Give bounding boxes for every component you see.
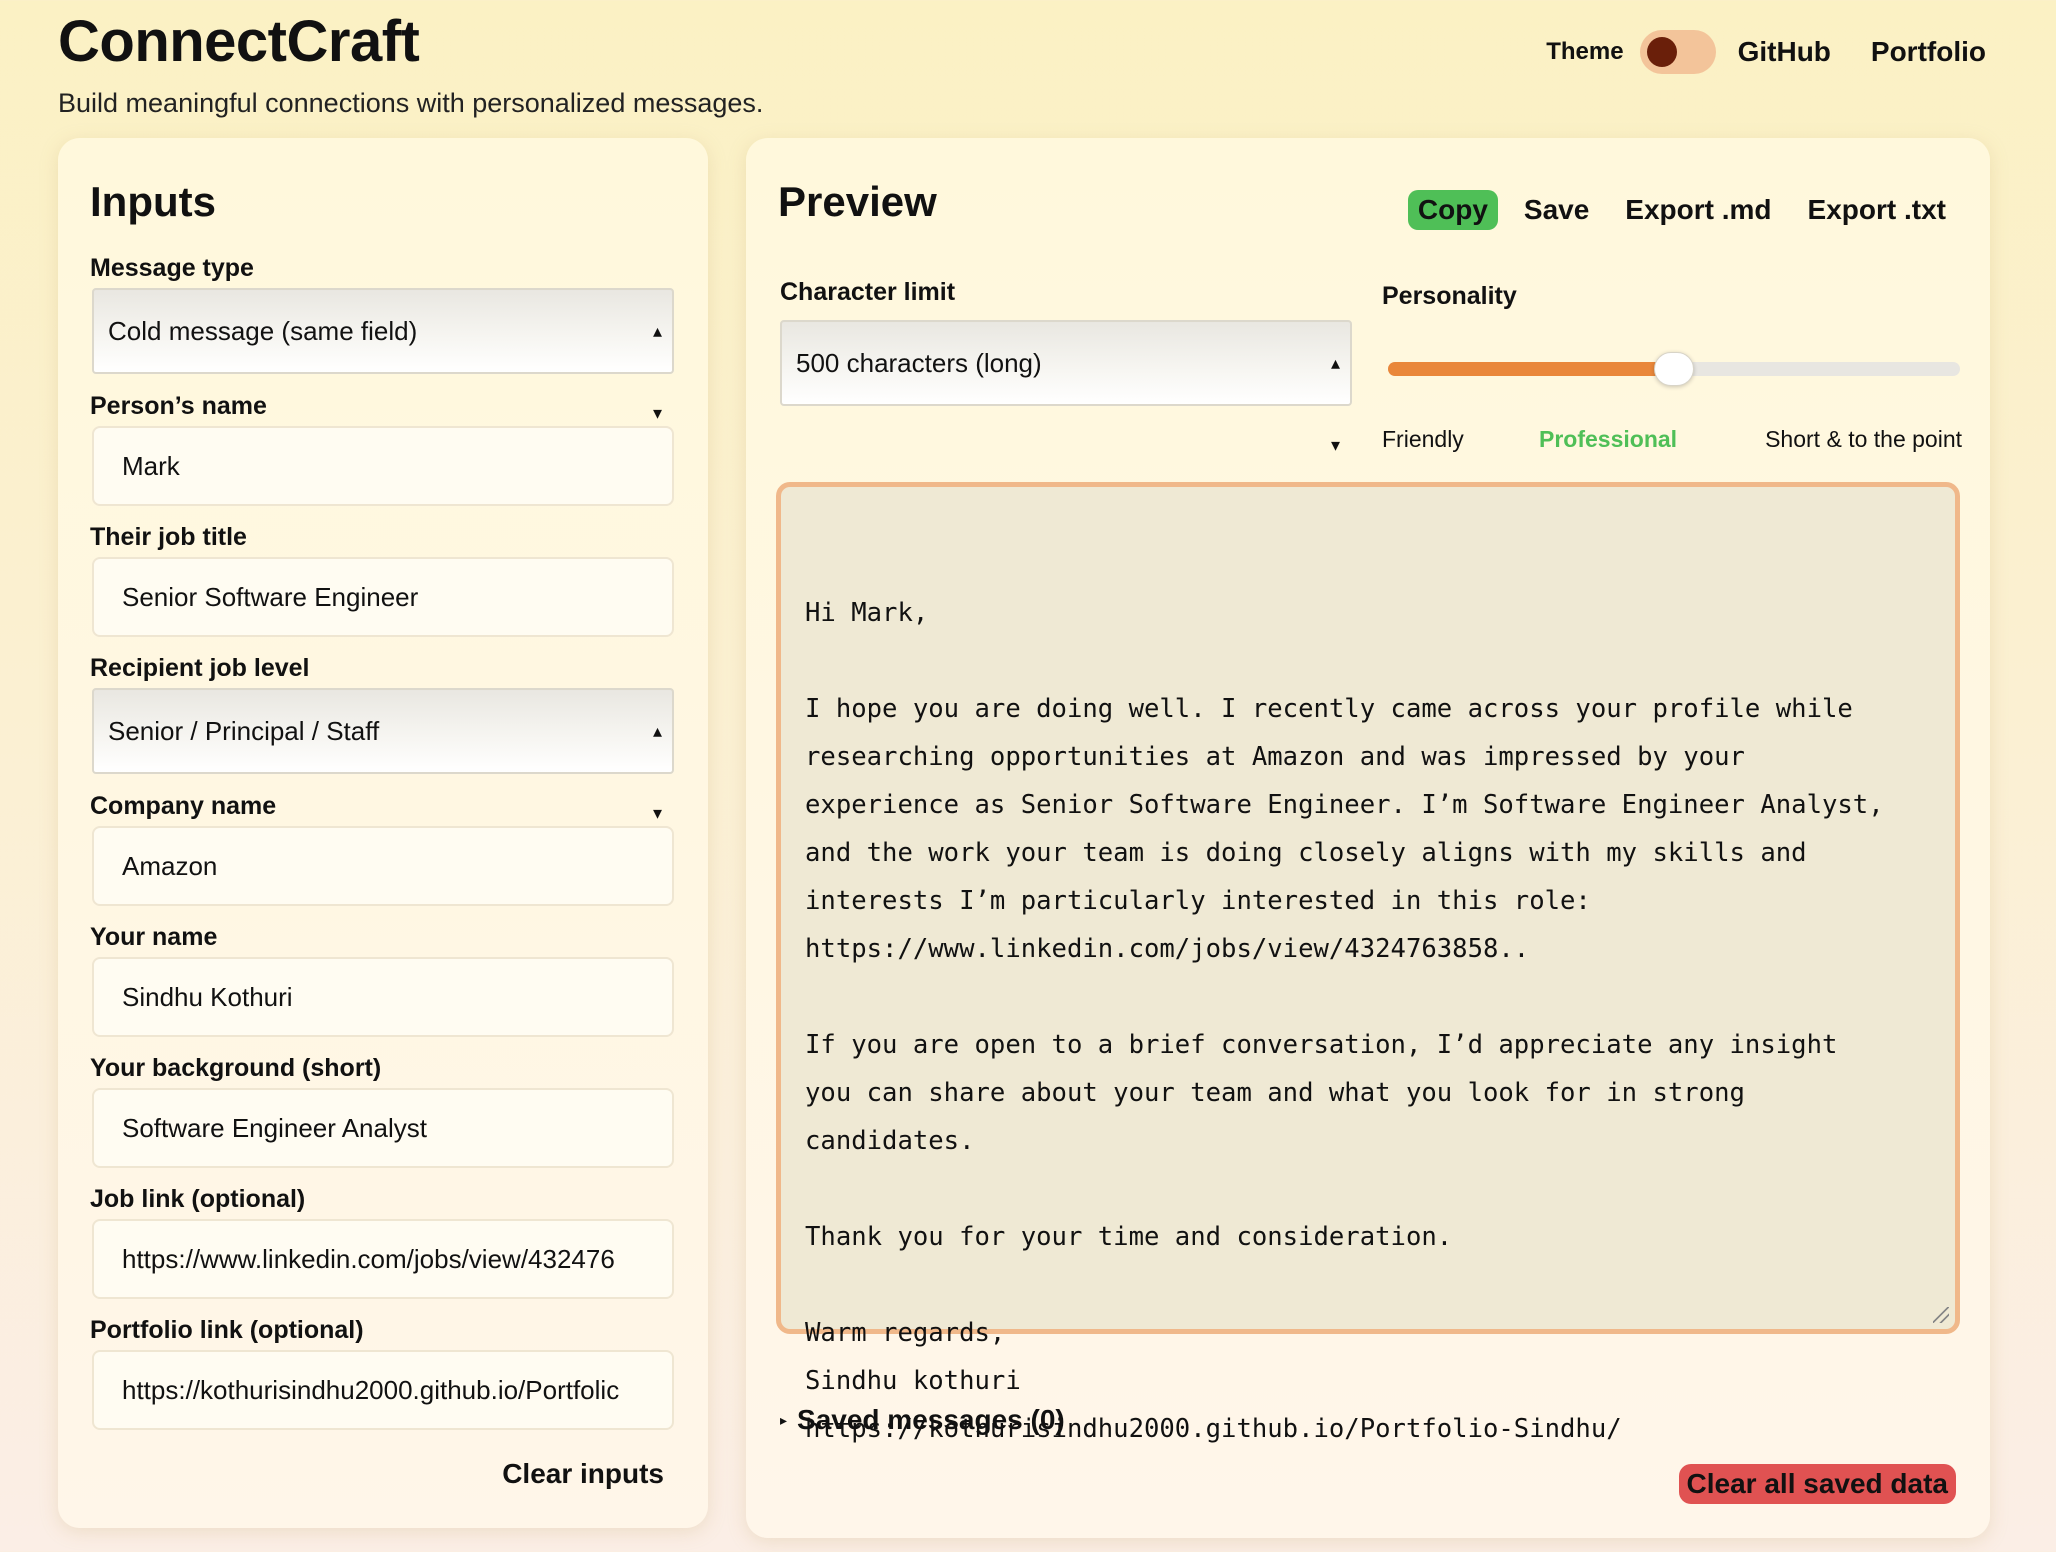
portfolio-link[interactable]: Portfolio	[1871, 36, 1986, 68]
message-textarea[interactable]: Hi Mark, I hope you are doing well. I re…	[776, 482, 1960, 1444]
company-label: Company name	[90, 792, 277, 820]
save-button[interactable]: Save	[1524, 194, 1589, 226]
copy-button[interactable]: Copy	[1407, 190, 1498, 230]
personality-slider-fill	[1388, 362, 1674, 376]
background-input[interactable]: Software Engineer Analyst	[92, 1088, 674, 1168]
export-md-button[interactable]: Export .md	[1625, 194, 1771, 226]
theme-label: Theme	[1546, 38, 1624, 65]
job-level-select[interactable]: Senior / Principal / Staff ▴ ▾	[92, 688, 674, 823]
message-type-select[interactable]: Cold message (same field) ▴ ▾	[92, 288, 674, 423]
job-link-input[interactable]: https://www.linkedin.com/jobs/view/43247…	[92, 1219, 674, 1299]
personality-slider[interactable]	[1388, 352, 1960, 386]
portfolio-link-input[interactable]: https://kothurisindhu2000.github.io/Port…	[92, 1350, 674, 1430]
message-text: Hi Mark, I hope you are doing well. I re…	[805, 598, 1884, 1444]
github-link[interactable]: GitHub	[1738, 36, 1831, 68]
personality-option-friendly[interactable]: Friendly	[1382, 426, 1464, 453]
personality-option-short[interactable]: Short & to the point	[1765, 426, 1962, 453]
preview-title: Preview	[778, 178, 937, 225]
select-arrows-icon: ▴ ▾	[1330, 353, 1340, 455]
saved-messages-toggle[interactable]: ▸ Saved messages (0)	[780, 1404, 1065, 1436]
message-type-label: Message type	[90, 254, 254, 282]
personality-label: Personality	[1382, 282, 1517, 310]
job-level-value: Senior / Principal / Staff	[108, 716, 380, 746]
top-nav: Theme GitHub Portfolio	[1546, 30, 1986, 74]
char-limit-label: Character limit	[780, 278, 956, 306]
char-limit-value: 500 characters (long)	[796, 348, 1042, 378]
theme-toggle[interactable]	[1639, 30, 1716, 74]
job-link-label: Job link (optional)	[90, 1185, 306, 1213]
background-label: Your background (short)	[90, 1054, 382, 1082]
your-name-input[interactable]: Sindhu Kothuri	[92, 957, 674, 1037]
your-name-label: Your name	[90, 923, 218, 951]
app-subtitle: Build meaningful connections with person…	[58, 88, 764, 118]
disclosure-triangle-icon: ▸	[780, 1411, 788, 1428]
message-type-value: Cold message (same field)	[108, 316, 418, 346]
personality-slider-knob[interactable]	[1654, 352, 1694, 386]
job-title-label: Their job title	[90, 523, 247, 551]
person-name-label: Person’s name	[90, 392, 267, 420]
preview-actions: Copy Save Export .md Export .txt	[1407, 190, 1946, 230]
inputs-panel: Inputs Message type Cold message (same f…	[58, 138, 708, 1528]
saved-messages-label: Saved messages (0)	[797, 1404, 1065, 1435]
preview-panel: Preview Copy Save Export .md Export .txt…	[746, 138, 1990, 1538]
resize-grip-icon[interactable]	[1933, 1307, 1949, 1323]
job-level-label: Recipient job level	[90, 654, 310, 682]
clear-all-saved-button[interactable]: Clear all saved data	[1678, 1464, 1956, 1504]
job-title-input[interactable]: Senior Software Engineer	[92, 557, 674, 637]
personality-option-professional[interactable]: Professional	[1539, 426, 1677, 453]
export-txt-button[interactable]: Export .txt	[1808, 194, 1946, 226]
company-input[interactable]: Amazon	[92, 826, 674, 906]
app-header: ConnectCraft Build meaningful connection…	[58, 6, 1998, 126]
char-limit-select[interactable]: 500 characters (long) ▴ ▾	[780, 320, 1352, 455]
theme-toggle-knob	[1646, 37, 1677, 67]
person-name-input[interactable]: Mark	[92, 426, 674, 506]
portfolio-link-label: Portfolio link (optional)	[90, 1316, 364, 1344]
clear-inputs-button[interactable]: Clear inputs	[502, 1458, 664, 1490]
inputs-title: Inputs	[90, 178, 216, 225]
